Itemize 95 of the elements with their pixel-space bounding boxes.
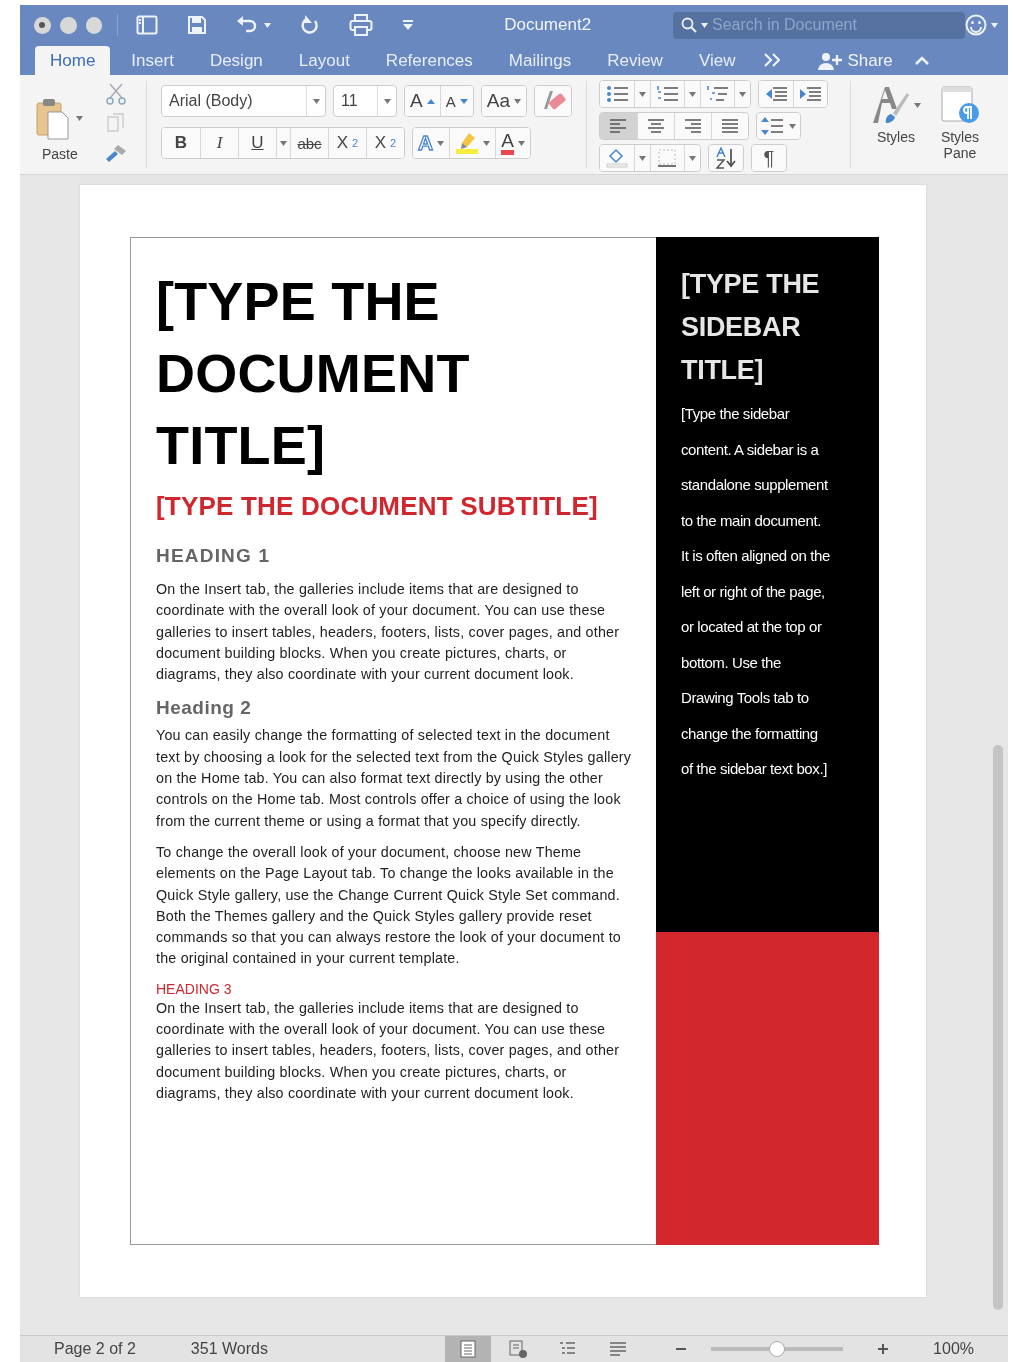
close-icon	[39, 22, 46, 28]
caret-icon[interactable]	[688, 91, 696, 97]
indent-icon	[799, 86, 822, 102]
outdent-icon	[764, 86, 787, 102]
styles-pane-button[interactable]: Styles Pane	[930, 75, 989, 174]
collapse-ribbon-icon[interactable]	[914, 55, 929, 65]
zoom-slider-thumb[interactable]	[769, 1341, 786, 1357]
line-spacing-button[interactable]	[756, 113, 800, 139]
sidebar-icon[interactable]	[136, 15, 159, 35]
borders-icon	[657, 148, 678, 168]
zoom-in-icon[interactable]	[877, 1343, 890, 1355]
add-person-icon	[818, 51, 843, 70]
search-input[interactable]: Search in Document	[712, 16, 952, 34]
styles-pane-icon	[939, 85, 980, 125]
sort-button[interactable]	[708, 145, 743, 171]
caret-icon[interactable]	[638, 91, 646, 97]
close-button[interactable]	[34, 16, 51, 34]
caret-icon[interactable]	[788, 123, 796, 129]
sidebar-title: [TYPE THE SIDEBAR TITLE]	[681, 268, 821, 387]
styles-button[interactable]: Styles	[866, 75, 925, 174]
body-paragraph: On the Insert tab, the galleries include items that are designed to coordinate with the overall look of your document. You can use these galleries to insert tables, headers, footers, lists, cover pages, and other document building blocks. When you create pictures, charts, or diagrams, they also coordinate with your current document look.	[156, 580, 621, 685]
font-size-field[interactable]: 11	[333, 85, 397, 117]
align-justify-icon	[719, 119, 740, 133]
cut-icon[interactable]	[106, 83, 126, 105]
caret-icon[interactable]	[638, 155, 646, 161]
grow-arrow-icon	[426, 98, 435, 104]
caret-icon[interactable]	[264, 22, 272, 28]
word-count: 351 Words	[190, 1340, 268, 1358]
align-left-icon	[608, 119, 629, 133]
line-spacing-icon	[760, 117, 785, 135]
bullet-list-icon	[605, 85, 628, 103]
page-count: Page 2 of 2	[54, 1340, 136, 1358]
more-tabs-icon[interactable]	[764, 53, 781, 67]
font-name-field[interactable]: Arial (Body)	[161, 85, 326, 117]
document-subtitle: [TYPE THE DOCUMENT SUBTITLE]	[156, 490, 599, 523]
search-field[interactable]: Search in Document	[673, 11, 965, 39]
clipboard-icon	[36, 97, 70, 140]
format-painter-icon[interactable]	[104, 143, 128, 163]
save-icon[interactable]	[187, 15, 208, 35]
increase-indent-button[interactable]	[792, 81, 827, 107]
align-center-icon	[645, 119, 666, 133]
heading: HEADING 1	[156, 544, 272, 568]
document-title: [TYPE THE DOCUMENT TITLE]	[156, 270, 471, 477]
font-color-button[interactable]: A	[495, 128, 530, 158]
multilevel-list-icon	[706, 85, 729, 103]
caret-icon[interactable]	[688, 155, 696, 161]
body-paragraph: On the Insert tab, the galleries include items that are designed to coordinate with the overall look of your document. You can use these galleries to insert tables, headers, footers, lists, cover pages, and other document building blocks. When you create pictures, charts, or diagrams, they also coordinate with your current document look.	[156, 998, 621, 1103]
search-icon[interactable]	[681, 17, 697, 33]
caret-icon[interactable]	[701, 22, 708, 28]
minimize-button[interactable]	[59, 16, 77, 34]
clear-formatting-button[interactable]	[534, 86, 571, 116]
underline-menu-button[interactable]	[276, 128, 290, 158]
heading: Heading 2	[156, 696, 253, 721]
print-view-icon	[458, 1340, 479, 1358]
print-icon[interactable]	[349, 14, 374, 36]
change-case-button[interactable]: Aa	[481, 86, 526, 116]
caret-icon[interactable]	[517, 140, 525, 146]
caret-icon[interactable]	[280, 140, 287, 146]
highlighter-icon	[455, 132, 480, 154]
print-view-button[interactable]	[445, 1336, 492, 1362]
caret-icon[interactable]	[383, 98, 391, 104]
align-right-icon	[682, 119, 703, 133]
align-left-button[interactable]	[599, 113, 637, 139]
caret-icon[interactable]	[76, 116, 83, 121]
zoom-button[interactable]	[85, 16, 103, 34]
paint-bucket-icon	[605, 148, 628, 168]
window-title: Document2	[503, 15, 593, 35]
show-formatting-button[interactable]: ¶	[751, 145, 786, 171]
customize-icon[interactable]	[402, 19, 415, 31]
sort-icon	[714, 147, 737, 169]
caret-icon[interactable]	[483, 140, 491, 146]
caret-icon[interactable]	[738, 91, 746, 97]
styles-icon	[870, 85, 911, 125]
body-paragraph: To change the overall look of your document, choose new Theme elements on the Page Layout tab. To change the looks available in the Quick Style gallery, use the Change Current Quick Style Set command. Both the Themes gallery and the Quick Styles gallery provide reset commands so that you can always restore the look of your document to the original contained in your current template.	[156, 842, 622, 969]
undo-icon[interactable]	[236, 16, 259, 34]
caret-icon[interactable]	[312, 98, 320, 104]
web-view-icon	[508, 1340, 529, 1358]
shrink-arrow-icon	[459, 98, 468, 104]
draft-view-icon	[608, 1340, 629, 1358]
ribbon-tab[interactable]: Home	[35, 46, 111, 75]
smiley-icon[interactable]	[965, 14, 987, 36]
redo-icon[interactable]	[300, 15, 321, 35]
caret-icon[interactable]	[437, 140, 445, 146]
body-paragraph: You can easily change the formatting of selected text in the document text by choosing a look for the selected text from the Quick Styles gallery on the Home tab. You can also format text directly by using the other controls on the Home tab. Most controls offer a choice of using the look from the current theme or using a format that you specify directly.	[156, 726, 632, 831]
numbered-list-icon	[656, 85, 679, 103]
caret-icon[interactable]	[913, 102, 921, 108]
caret-icon[interactable]	[991, 22, 998, 28]
heading: HEADING 3	[156, 979, 233, 998]
shrink-font-button[interactable]: A	[439, 86, 473, 116]
align-justify-button[interactable]	[710, 113, 748, 139]
scroll-bar[interactable]	[993, 745, 1003, 1310]
paste-button[interactable]: Paste	[36, 85, 96, 174]
sidebar-text: [Type the sidebar content. A sidebar is a standalone supplement to the main document. It is often aligned on the left or right of the page, or located at the top or bottom. Use the Drawing Tools tab to change the formatting of the sidebar text box.]	[681, 404, 831, 779]
caret-icon[interactable]	[513, 98, 521, 104]
zoom-level: 100%	[933, 1340, 974, 1358]
